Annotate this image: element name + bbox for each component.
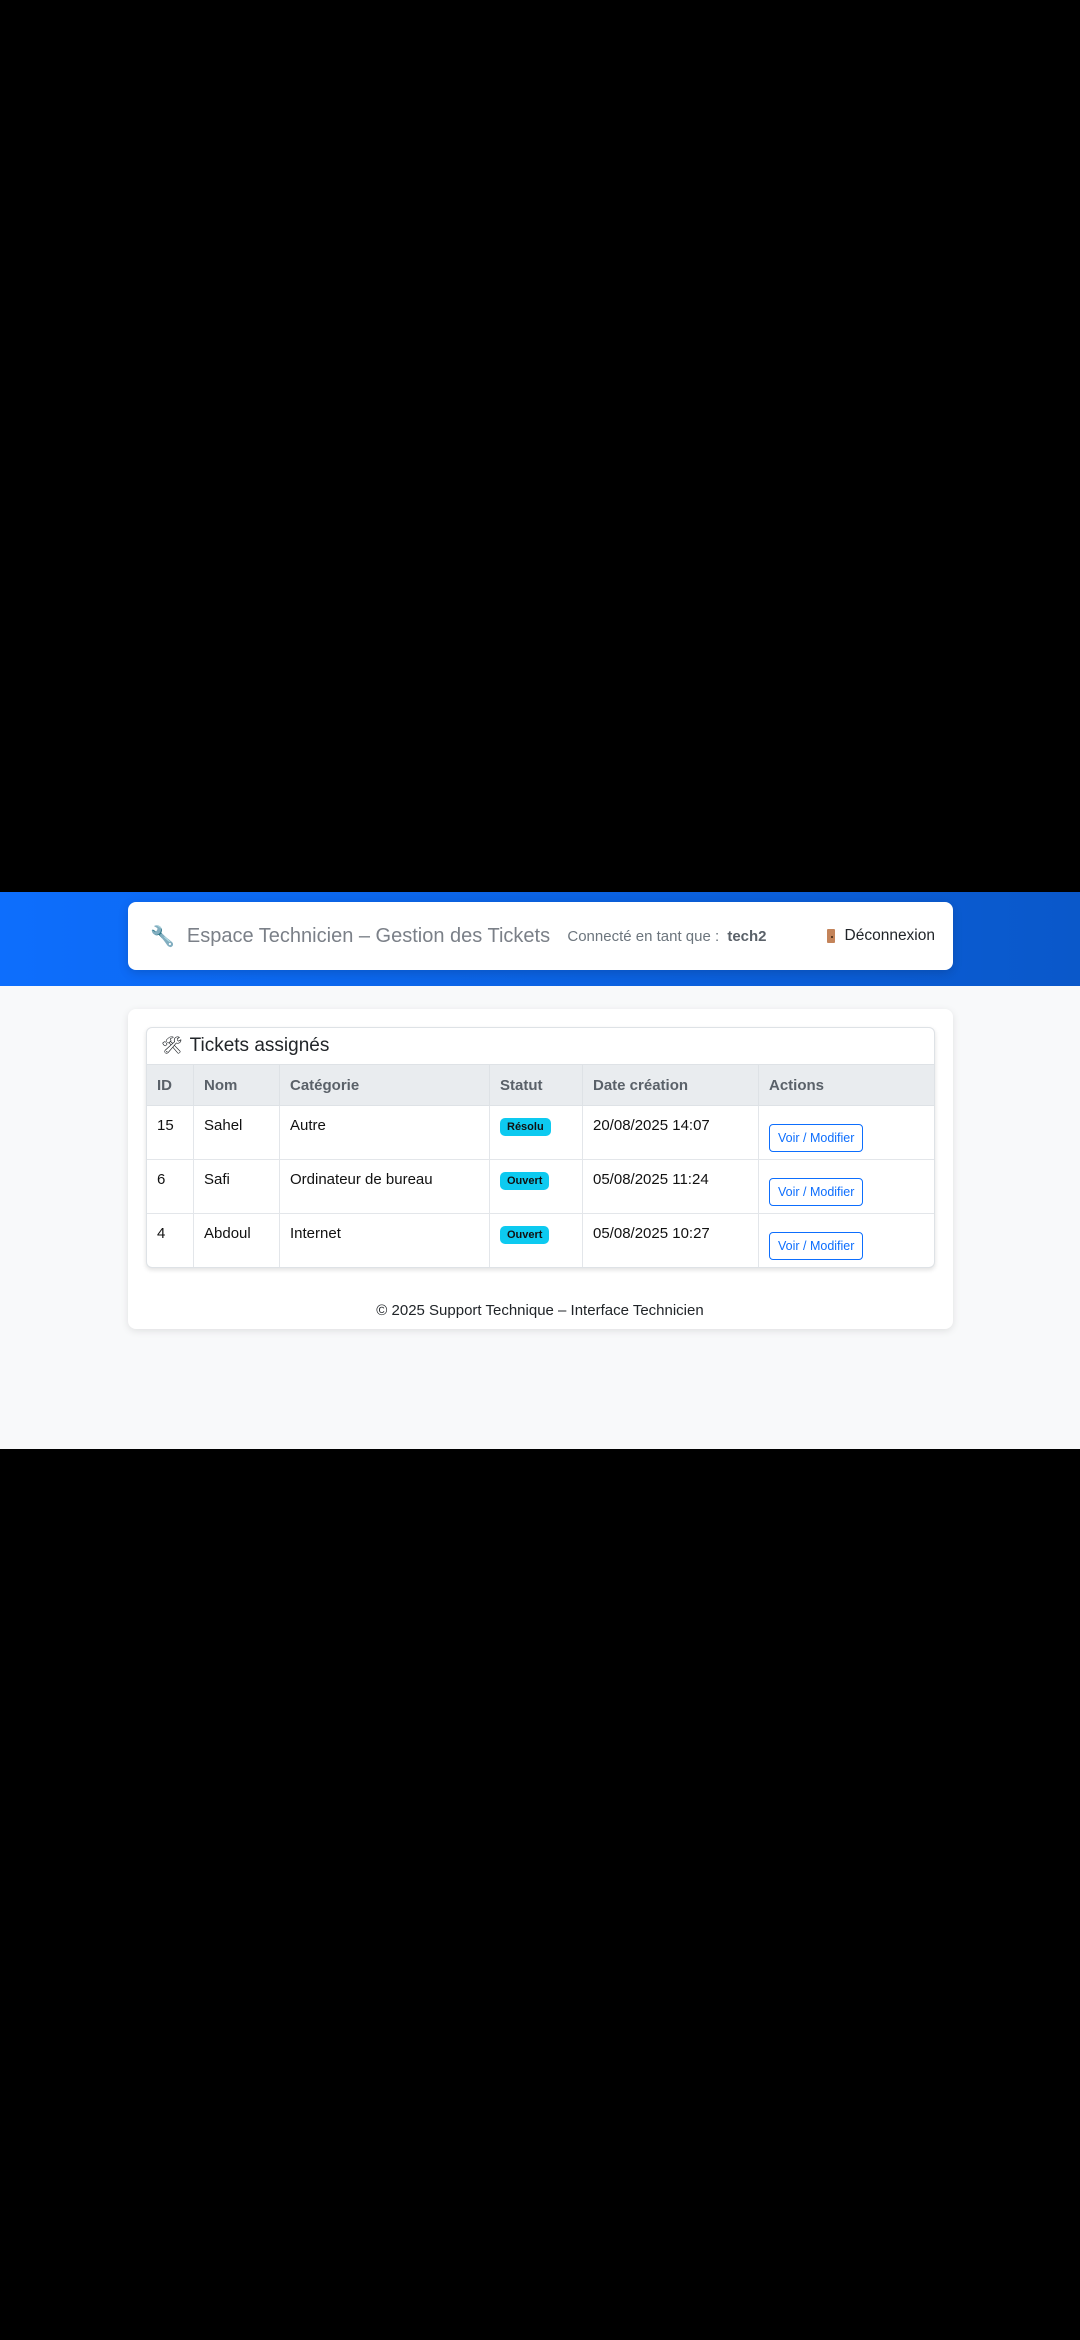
cell-nom: Sahel xyxy=(193,1105,280,1160)
cell-categorie: Internet xyxy=(279,1213,490,1267)
cell-id-text: 6 xyxy=(157,1171,166,1188)
hammer-wrench-icon: 🛠 xyxy=(161,1036,183,1055)
cell-id: 4 xyxy=(147,1213,194,1267)
cell-categorie-text: Internet xyxy=(290,1225,341,1242)
door-icon xyxy=(826,929,835,943)
cell-statut: Résolu xyxy=(489,1105,583,1160)
status-badge: Ouvert xyxy=(500,1226,550,1244)
cell-date-text: 05/08/2025 11:24 xyxy=(593,1171,709,1188)
cell-nom-text: Safi xyxy=(204,1171,230,1188)
column-header-nom: Nom xyxy=(193,1065,280,1106)
cell-date: 05/08/2025 11:24 xyxy=(582,1159,759,1214)
cell-nom-text: Sahel xyxy=(204,1117,243,1134)
cell-id-text: 15 xyxy=(157,1117,174,1134)
user-info: Connecté en tant que : tech2 xyxy=(567,928,766,945)
view-edit-button[interactable]: Voir / Modifier xyxy=(769,1232,864,1260)
table-row: 15 Sahel Autre Résolu 20/08/2025 14:07 V… xyxy=(147,1105,934,1160)
app-viewport: 🔧 Espace Technicien – Gestion des Ticket… xyxy=(0,892,1080,1449)
cell-categorie-text: Autre xyxy=(290,1117,326,1134)
tickets-card: 🛠 Tickets assignés ID Nom Catégorie Stat… xyxy=(146,1027,935,1268)
cell-id: 15 xyxy=(147,1105,194,1160)
cell-nom: Safi xyxy=(193,1159,280,1214)
column-header-id: ID xyxy=(147,1065,194,1106)
cell-date: 05/08/2025 10:27 xyxy=(582,1213,759,1267)
cell-id: 6 xyxy=(147,1159,194,1214)
username: tech2 xyxy=(727,927,767,945)
cell-categorie: Autre xyxy=(279,1105,490,1160)
view-edit-button[interactable]: Voir / Modifier xyxy=(769,1178,864,1206)
tickets-heading: Tickets assignés xyxy=(189,1035,330,1056)
table-row: 4 Abdoul Internet Ouvert 05/08/2025 10:2… xyxy=(147,1213,935,1268)
cell-date-text: 05/08/2025 10:27 xyxy=(593,1225,710,1242)
footer: © 2025 Support Technique – Interface Tec… xyxy=(376,1302,704,1319)
brand[interactable]: 🔧 Espace Technicien – Gestion des Ticket… xyxy=(150,924,567,949)
cell-date-text: 20/08/2025 14:07 xyxy=(593,1117,710,1134)
view-edit-button[interactable]: Voir / Modifier xyxy=(769,1124,864,1152)
wrench-icon: 🔧 xyxy=(150,925,175,948)
table-row: 6 Safi Ordinateur de bureau Ouvert 05/08… xyxy=(147,1159,934,1214)
status-badge: Résolu xyxy=(500,1118,551,1136)
column-header-actions: Actions xyxy=(758,1065,934,1106)
cell-date: 20/08/2025 14:07 xyxy=(582,1105,759,1160)
cell-statut: Ouvert xyxy=(489,1159,583,1214)
header-band: 🔧 Espace Technicien – Gestion des Ticket… xyxy=(0,892,1080,986)
cell-nom: Abdoul xyxy=(193,1213,280,1267)
table-header-row: ID Nom Catégorie Statut Date création Ac… xyxy=(147,1065,934,1106)
status-badge: Ouvert xyxy=(500,1172,550,1190)
cell-actions: Voir / Modifier xyxy=(758,1105,934,1160)
cell-actions: Voir / Modifier xyxy=(758,1159,934,1214)
logout-label: Déconnexion xyxy=(844,927,935,944)
cell-actions: Voir / Modifier xyxy=(759,1214,935,1268)
tickets-table: ID Nom Catégorie Statut Date création Ac… xyxy=(147,1065,934,1267)
cell-statut: Ouvert xyxy=(489,1213,583,1267)
column-header-date: Date création xyxy=(582,1065,759,1106)
main-card: 🛠 Tickets assignés ID Nom Catégorie Stat… xyxy=(128,1009,953,1329)
navbar: 🔧 Espace Technicien – Gestion des Ticket… xyxy=(128,902,953,970)
logout-button[interactable]: Déconnexion xyxy=(826,927,935,945)
cell-id-text: 4 xyxy=(157,1225,166,1242)
app-title: Espace Technicien – Gestion des Tickets xyxy=(186,924,551,947)
tickets-card-header: 🛠 Tickets assignés xyxy=(147,1028,934,1065)
connected-label: Connecté en tant que : xyxy=(567,927,720,945)
cell-nom-text: Abdoul xyxy=(204,1225,251,1242)
column-header-statut: Statut xyxy=(489,1065,583,1106)
cell-categorie-text: Ordinateur de bureau xyxy=(290,1171,433,1188)
column-header-categorie: Catégorie xyxy=(279,1065,490,1106)
cell-categorie: Ordinateur de bureau xyxy=(279,1159,490,1214)
